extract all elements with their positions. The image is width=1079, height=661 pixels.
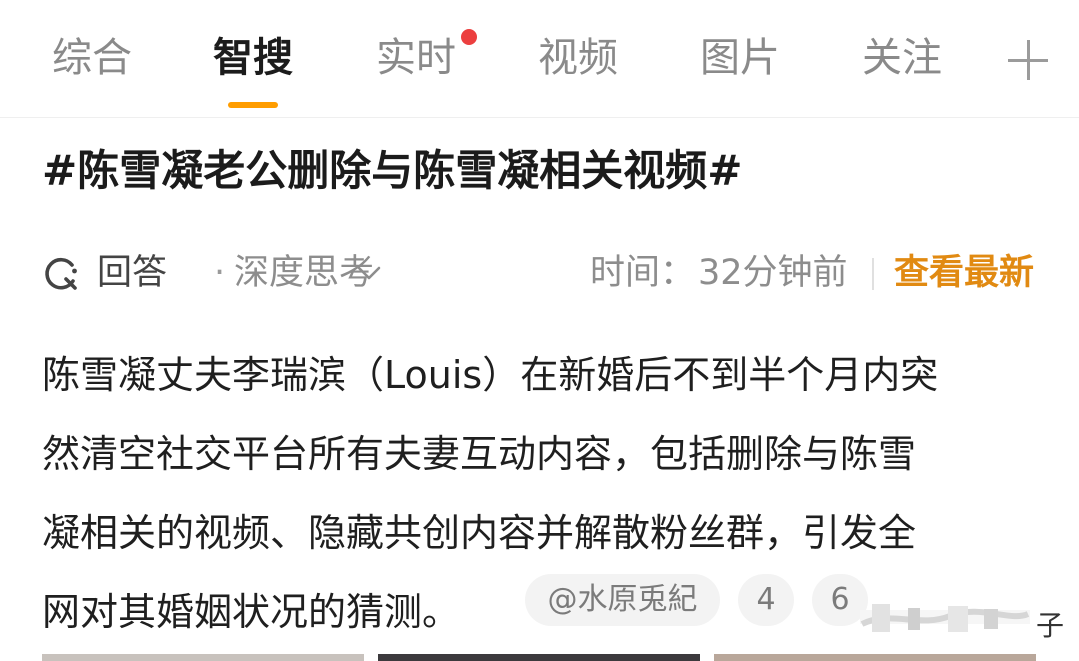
view-latest-link[interactable]: 查看最新 bbox=[894, 246, 1034, 300]
time-value: 32分钟前 bbox=[698, 253, 848, 293]
reference-chip[interactable]: 4 bbox=[738, 574, 794, 626]
tab-video[interactable]: 视频 bbox=[538, 30, 618, 86]
tab-images[interactable]: 图片 bbox=[700, 30, 780, 86]
meta-separator-dot: · bbox=[214, 253, 226, 293]
search-tabs-bar: 综合 智搜 实时 视频 图片 关注 bbox=[0, 0, 1079, 117]
scribble-overlay bbox=[860, 604, 1030, 632]
deep-thinking-toggle[interactable]: 深度思考 bbox=[234, 246, 374, 300]
answer-line: 陈雪凝丈夫李瑞滨（Louis）在新婚后不到半个月内突 bbox=[42, 353, 939, 397]
topic-title[interactable]: #陈雪凝老公删除与陈雪凝相关视频# bbox=[42, 140, 742, 202]
answer-label: 回答 bbox=[97, 253, 168, 293]
answer-meta-row: 回答 · 深度思考 时间： 32分钟前 查看最新 bbox=[42, 246, 1042, 302]
source-chip[interactable]: @水原兎紀 bbox=[525, 574, 720, 626]
tab-realtime[interactable]: 实时 bbox=[376, 30, 456, 86]
chevron-down-icon[interactable] bbox=[356, 260, 382, 286]
time-label: 时间： bbox=[590, 253, 696, 293]
answer-line: 然清空社交平台所有夫妻互动内容，包括删除与陈雪 bbox=[42, 432, 917, 476]
tabs-divider bbox=[0, 117, 1079, 118]
meta-divider bbox=[872, 258, 874, 290]
image-thumbnails-strip bbox=[0, 654, 1079, 661]
answer-line: 凝相关的视频、隐藏共创内容并解散粉丝群，引发全 bbox=[42, 511, 917, 555]
thumbnail-image[interactable] bbox=[42, 654, 364, 661]
active-tab-indicator bbox=[228, 102, 278, 108]
answer-line: 网对其婚姻状况的猜测。 bbox=[42, 590, 461, 634]
tab-smart-search[interactable]: 智搜 bbox=[213, 30, 293, 86]
q-search-icon bbox=[45, 257, 77, 290]
plus-icon[interactable] bbox=[1008, 40, 1048, 80]
tab-following[interactable]: 关注 bbox=[862, 30, 942, 86]
thumbnail-image[interactable] bbox=[714, 654, 1036, 661]
thumbnail-image[interactable] bbox=[378, 654, 700, 661]
partial-character: 子 bbox=[1036, 609, 1065, 642]
tab-comprehensive[interactable]: 综合 bbox=[52, 30, 132, 86]
notification-dot bbox=[461, 29, 477, 45]
